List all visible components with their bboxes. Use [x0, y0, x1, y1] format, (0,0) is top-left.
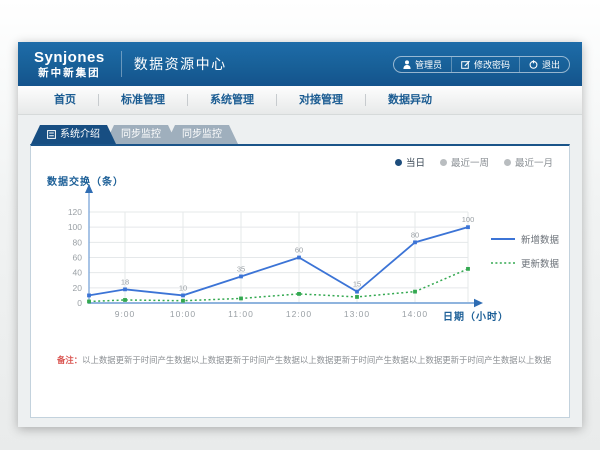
y-tick-label: 80	[73, 237, 83, 247]
user-name-label: 管理员	[415, 58, 442, 71]
nav-item-system-management[interactable]: 系统管理	[188, 86, 276, 115]
data-point-label: 18	[121, 277, 129, 286]
tab-label: 系统介绍	[60, 125, 100, 144]
tab-doc-icon	[47, 130, 56, 139]
data-point	[466, 267, 470, 271]
data-point	[413, 240, 417, 244]
tab-label: 同步监控	[121, 125, 161, 144]
nav-item-standard-management[interactable]: 标准管理	[99, 86, 187, 115]
logout-button[interactable]: 退出	[519, 57, 569, 72]
data-point-label: 15	[353, 280, 361, 289]
x-axis-arrow-icon	[474, 299, 483, 307]
content-area: 系统介绍 同步监控 同步监控 当日 最近一周	[18, 115, 582, 427]
x-tick-label: 10:00	[170, 309, 196, 319]
data-point	[239, 275, 243, 279]
main-navigation: 首页 标准管理 系统管理 对接管理 数据异动	[18, 86, 582, 115]
data-point	[123, 287, 127, 291]
brand-logo: Synjones 新中新集团	[30, 50, 109, 79]
tab-system-intro[interactable]: 系统介绍	[31, 125, 116, 144]
data-point	[297, 256, 301, 260]
x-tick-label: 12:00	[286, 309, 312, 319]
radio-last-month[interactable]: 最近一月	[504, 155, 553, 169]
logout-label: 退出	[542, 58, 560, 71]
footnote-prefix: 备注：	[57, 355, 82, 365]
logout-icon	[529, 60, 538, 69]
tab-bar: 系统介绍 同步监控 同步监控	[30, 125, 570, 144]
y-axis-title: 数据交换（条）	[47, 173, 124, 188]
data-point	[355, 295, 359, 299]
radio-label: 最近一月	[515, 155, 553, 169]
nav-item-data-changes[interactable]: 数据异动	[366, 86, 454, 115]
x-axis-title: 日期（小时）	[443, 308, 509, 323]
data-point-label: 80	[411, 230, 419, 239]
radio-label: 当日	[406, 155, 425, 169]
data-point-label: 35	[237, 264, 245, 273]
data-point	[355, 290, 359, 294]
legend-line-dotted-icon	[491, 261, 515, 265]
radio-dot-icon	[440, 159, 447, 166]
data-point-label: 100	[462, 215, 475, 224]
data-point	[181, 294, 185, 298]
legend-item-updated-data: 更新数据	[491, 256, 559, 270]
legend-label: 更新数据	[521, 256, 559, 270]
logo-text-en: Synjones	[34, 50, 105, 65]
change-password-button[interactable]: 修改密码	[451, 57, 519, 72]
legend-item-new-data: 新增数据	[491, 232, 559, 246]
y-tick-label: 100	[68, 222, 82, 232]
legend-line-solid-icon	[491, 237, 515, 241]
data-point	[123, 298, 127, 302]
change-password-label: 修改密码	[474, 58, 510, 71]
time-range-options: 当日 最近一周 最近一月	[395, 155, 553, 169]
current-user-button[interactable]: 管理员	[394, 57, 451, 72]
tab-sync-monitor-1[interactable]: 同步监控	[105, 125, 177, 144]
chart-panel: 当日 最近一周 最近一月 数据交换（条） 0 20 40 60 80 100 120 9:00…	[30, 144, 570, 418]
header-divider	[121, 51, 122, 77]
legend-label: 新增数据	[521, 232, 559, 246]
y-tick-label: 40	[73, 268, 83, 278]
x-tick-label: 9:00	[115, 309, 136, 319]
y-tick-label: 120	[68, 207, 82, 217]
x-tick-label: 13:00	[344, 309, 370, 319]
data-point-label: 60	[295, 246, 303, 255]
series-line-更新数据	[89, 269, 468, 302]
radio-last-week[interactable]: 最近一周	[440, 155, 489, 169]
data-point	[413, 290, 417, 294]
radio-label: 最近一周	[451, 155, 489, 169]
y-tick-label: 60	[73, 253, 83, 263]
account-bar: 管理员 修改密码 退出	[393, 56, 570, 73]
tab-label: 同步监控	[182, 125, 222, 144]
data-point	[87, 300, 91, 304]
app-window: Synjones 新中新集团 数据资源中心 管理员 修改密码	[18, 42, 582, 427]
logo-text-cn: 新中新集团	[34, 68, 105, 79]
radio-dot-icon	[395, 159, 402, 166]
tab-sync-monitor-2[interactable]: 同步监控	[166, 125, 238, 144]
footnote-text: 以上数据更新于时间产生数据以上数据更新于时间产生数据以上数据更新于时间产生数据以…	[82, 355, 551, 365]
x-tick-label: 11:00	[228, 309, 254, 319]
y-tick-label: 20	[73, 283, 83, 293]
data-point	[181, 299, 185, 303]
chart-legend: 新增数据 更新数据	[491, 232, 559, 270]
data-point	[466, 225, 470, 229]
footnote: 备注：以上数据更新于时间产生数据以上数据更新于时间产生数据以上数据更新于时间产生…	[57, 354, 551, 366]
data-point-label: 10	[179, 283, 187, 292]
y-tick-label: 0	[77, 298, 82, 308]
x-tick-label: 14:00	[402, 309, 428, 319]
user-icon	[403, 60, 411, 69]
radio-today[interactable]: 当日	[395, 155, 425, 169]
app-header: Synjones 新中新集团 数据资源中心 管理员 修改密码	[18, 42, 582, 86]
nav-item-interface-management[interactable]: 对接管理	[277, 86, 365, 115]
data-point	[239, 297, 243, 301]
edit-password-icon	[461, 60, 470, 69]
desktop-background: Synjones 新中新集团 数据资源中心 管理员 修改密码	[0, 0, 600, 450]
data-point	[297, 292, 301, 296]
nav-item-home[interactable]: 首页	[32, 86, 98, 115]
page-title: 数据资源中心	[134, 54, 227, 74]
data-point	[87, 294, 91, 298]
radio-dot-icon	[504, 159, 511, 166]
